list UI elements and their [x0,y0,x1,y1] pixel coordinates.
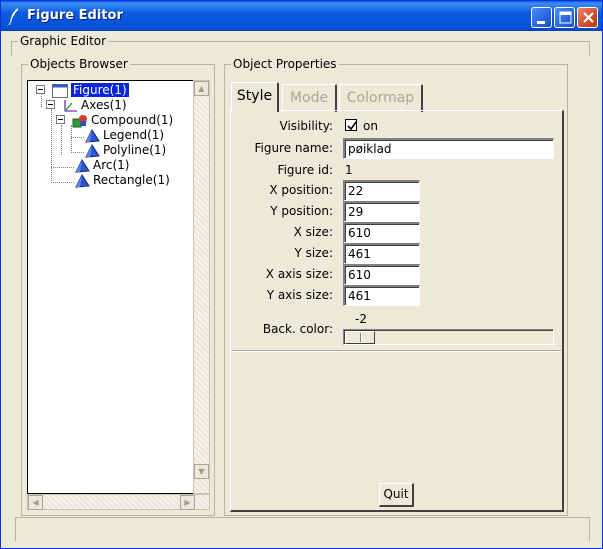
tree-item-rectangle[interactable]: Rectangle(1) [74,173,170,188]
tab-label: Colormap [346,90,415,106]
figure-id-label: Figure id: [277,163,333,177]
tree-connector [51,109,52,183]
visibility-checkbox[interactable] [345,119,357,131]
tab-colormap[interactable]: Colormap [339,84,423,112]
title-bar[interactable]: Figure Editor [1,1,602,31]
tree-connector [71,125,72,153]
tree-connector [71,152,84,153]
tab-label: Mode [289,90,329,106]
scroll-down-arrow-icon[interactable]: ▼ [194,464,209,479]
objects-browser-title: Objects Browser [28,57,130,71]
tree-item-arc[interactable]: Arc(1) [74,158,129,173]
tree-item-label: Legend(1) [103,128,165,142]
collapse-toggle[interactable] [36,85,45,94]
y-position-label: Y position: [270,204,333,218]
tab-mode[interactable]: Mode [282,84,337,112]
tree-item-polyline[interactable]: Polyline(1) [84,143,166,158]
figure-editor-window: Figure Editor Graphic Editor Objects Bro… [0,0,603,549]
y-position-input[interactable]: 29 [343,201,420,222]
tree-item-label: Arc(1) [93,158,130,172]
maximize-icon [559,11,572,24]
x-position-label: X position: [269,183,333,197]
tree-item-label: Compound(1) [91,113,174,127]
object-properties-title: Object Properties [231,57,339,71]
tree-item-label: Figure(1) [70,82,130,98]
collapse-toggle[interactable] [46,100,55,109]
tree-connector [61,125,62,155]
y-axis-size-input[interactable]: 461 [343,285,420,306]
polygon-icon [85,143,100,158]
close-button[interactable] [577,7,598,28]
figure-window-icon [52,83,68,98]
figure-id-value: 1 [345,163,353,177]
tree-item-compound[interactable]: Compound(1) [72,113,173,128]
x-size-label: X size: [293,225,333,239]
feather-icon [8,8,18,25]
collapse-toggle[interactable] [56,115,65,124]
tree-item-legend[interactable]: Legend(1) [84,128,164,143]
tree-item-label: Rectangle(1) [93,173,170,187]
objects-tree[interactable]: Figure(1) Axes(1) Compound(1) Legend(1) … [27,80,194,494]
tree-connector [71,137,84,138]
tree-connector [41,93,42,107]
checkmark-icon [347,121,357,131]
back-color-label: Back. color: [262,322,333,336]
tree-horizontal-scrollbar[interactable]: ◀ ▶ [27,494,210,510]
minimize-button[interactable] [531,7,552,28]
tree-item-label: Polyline(1) [103,143,167,157]
back-color-value: -2 [355,312,367,326]
graphic-editor-group: Graphic Editor [11,34,590,56]
scroll-right-arrow-icon[interactable]: ▶ [180,495,195,510]
tab-label: Style [236,88,273,104]
y-size-label: Y size: [294,246,333,260]
y-axis-size-label: Y axis size: [266,288,333,302]
visibility-label: Visibility: [279,119,333,133]
close-icon [583,12,594,23]
window-title: Figure Editor [27,8,123,23]
tree-item-label: Axes(1) [81,98,127,112]
tree-connector [51,167,74,168]
x-axis-size-input[interactable]: 610 [343,264,420,285]
slider-thumb[interactable] [345,331,375,344]
graphic-editor-title: Graphic Editor [18,34,109,48]
x-size-input[interactable]: 610 [343,222,420,243]
tree-item-figure[interactable]: Figure(1) [52,82,130,98]
scroll-left-arrow-icon[interactable]: ◀ [28,495,43,510]
quit-button[interactable]: Quit [379,483,414,507]
compound-icon [72,114,87,127]
status-group [15,517,590,541]
back-color-slider[interactable] [343,329,554,345]
maximize-button[interactable] [554,7,575,28]
axes-icon [64,99,77,112]
tree-connector [51,182,74,183]
polygon-icon [85,128,100,143]
figure-name-input[interactable]: pøiklad [343,138,554,159]
figure-name-label: Figure name: [254,141,333,155]
scroll-up-arrow-icon[interactable]: ▲ [194,81,209,96]
polygon-icon [75,173,90,188]
visibility-state: on [363,119,378,133]
tree-vertical-scrollbar[interactable]: ▲ ▼ [193,80,210,494]
separator [232,350,561,352]
x-axis-size-label: X axis size: [265,267,333,281]
minimize-icon [537,21,545,24]
y-size-input[interactable]: 461 [343,243,420,264]
tree-item-axes[interactable]: Axes(1) [62,98,127,113]
tab-style[interactable]: Style [231,82,279,112]
x-position-input[interactable]: 22 [343,180,420,201]
polygon-icon [75,158,90,173]
